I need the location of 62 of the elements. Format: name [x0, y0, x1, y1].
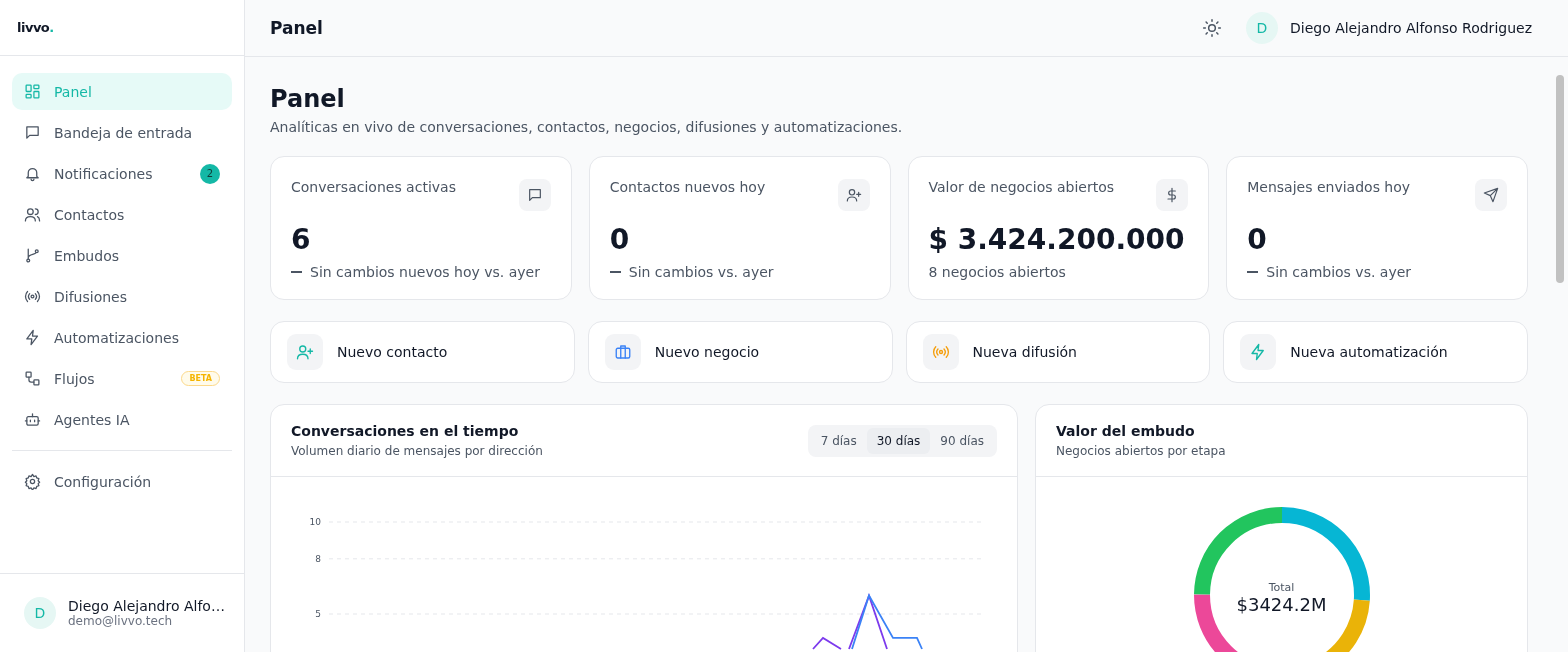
lightning-icon — [24, 329, 41, 346]
stat-note: Sin cambios vs. ayer — [628, 264, 774, 280]
user-name: Diego Alejandro Alfo… — [68, 598, 225, 614]
nav-item[interactable]: Automatizaciones — [12, 319, 232, 356]
send-icon — [1483, 187, 1499, 203]
add-person-icon — [845, 187, 862, 203]
stat-note: Sin cambios vs. ayer — [1266, 264, 1412, 280]
chart-title: Valor del embudo — [1056, 423, 1196, 439]
chat-bubble-icon — [24, 124, 41, 141]
user-email: demo@livvo.tech — [68, 614, 174, 628]
chat-bubble-icon — [526, 187, 543, 203]
stat-label: Contactos nuevos hoy — [609, 179, 766, 195]
header-title: Panel — [270, 18, 324, 38]
donut-value: $3424.2M — [1235, 594, 1328, 615]
flow-icon — [24, 370, 41, 387]
grid-icon — [24, 83, 41, 100]
quick-action-button[interactable]: Nuevo negocio — [587, 321, 893, 383]
nav-item[interactable]: Configuración — [12, 463, 164, 500]
settings-icon — [24, 473, 41, 490]
quick-action-button[interactable]: Nuevo contacto — [270, 321, 575, 383]
branch-icon — [24, 247, 41, 264]
stat-value: 6 — [291, 223, 312, 256]
logo: livvo. — [17, 20, 54, 35]
donut-label: Total — [1267, 581, 1296, 594]
stat-note: Sin cambios nuevos hoy vs. ayer — [310, 264, 540, 280]
sun-icon — [1201, 18, 1222, 38]
nav-item[interactable]: Bandeja de entrada — [12, 114, 232, 151]
bell-icon — [24, 165, 41, 182]
axis-tick-label: 5 — [315, 609, 321, 619]
axis-tick-label: 8 — [315, 553, 321, 564]
nav-item[interactable]: Embudos — [12, 237, 232, 274]
quick-action-button[interactable]: Nueva automatización — [1223, 321, 1528, 383]
people-icon — [24, 206, 41, 223]
page-title: Panel — [270, 85, 346, 113]
nav-item[interactable]: Difusiones — [12, 278, 232, 315]
avatar: D — [24, 597, 56, 629]
chart-title: Conversaciones en el tiempo — [291, 423, 520, 439]
chart-subtitle: Negocios abiertos por etapa — [1056, 444, 1226, 458]
stat-value: $ 3.424.200.000 — [928, 223, 1186, 256]
count-badge: 2 — [200, 163, 220, 184]
stat-label: Valor de negocios abiertos — [928, 179, 1115, 195]
stat-value: 0 — [1247, 223, 1268, 256]
page-subtitle: Analíticas en vivo de conversaciones, contactos, negocios, difusiones y automatizaciones. — [270, 119, 904, 135]
stat-value: 0 — [609, 223, 631, 256]
range-tab[interactable]: 7 días — [810, 427, 867, 454]
stat-note: 8 negocios abiertos — [928, 264, 1066, 280]
broadcast-icon — [24, 288, 41, 305]
stat-label: Mensajes enviados hoy — [1247, 179, 1411, 195]
nav-item[interactable]: Agentes IA — [12, 401, 232, 438]
beta-tag: BETA — [181, 371, 220, 386]
quick-action-button[interactable]: Nueva difusión — [905, 321, 1211, 383]
range-tab[interactable]: 30 días — [866, 427, 931, 454]
range-tab[interactable]: 90 días — [930, 427, 994, 454]
user-name: Diego Alejandro Alfonso Rodriguez — [1289, 20, 1532, 36]
nav-item[interactable]: Flujos BETA — [12, 360, 232, 397]
stat-label: Conversaciones activas — [291, 179, 456, 195]
axis-tick-label: 10 — [309, 517, 321, 527]
nav-item[interactable]: Contactos — [12, 196, 232, 233]
robot-icon — [24, 411, 41, 428]
chart-subtitle: Volumen diario de mensajes por dirección — [291, 444, 543, 458]
nav-item[interactable]: Notificaciones 2 — [12, 155, 232, 192]
scrollbar-thumb[interactable] — [1556, 75, 1564, 283]
